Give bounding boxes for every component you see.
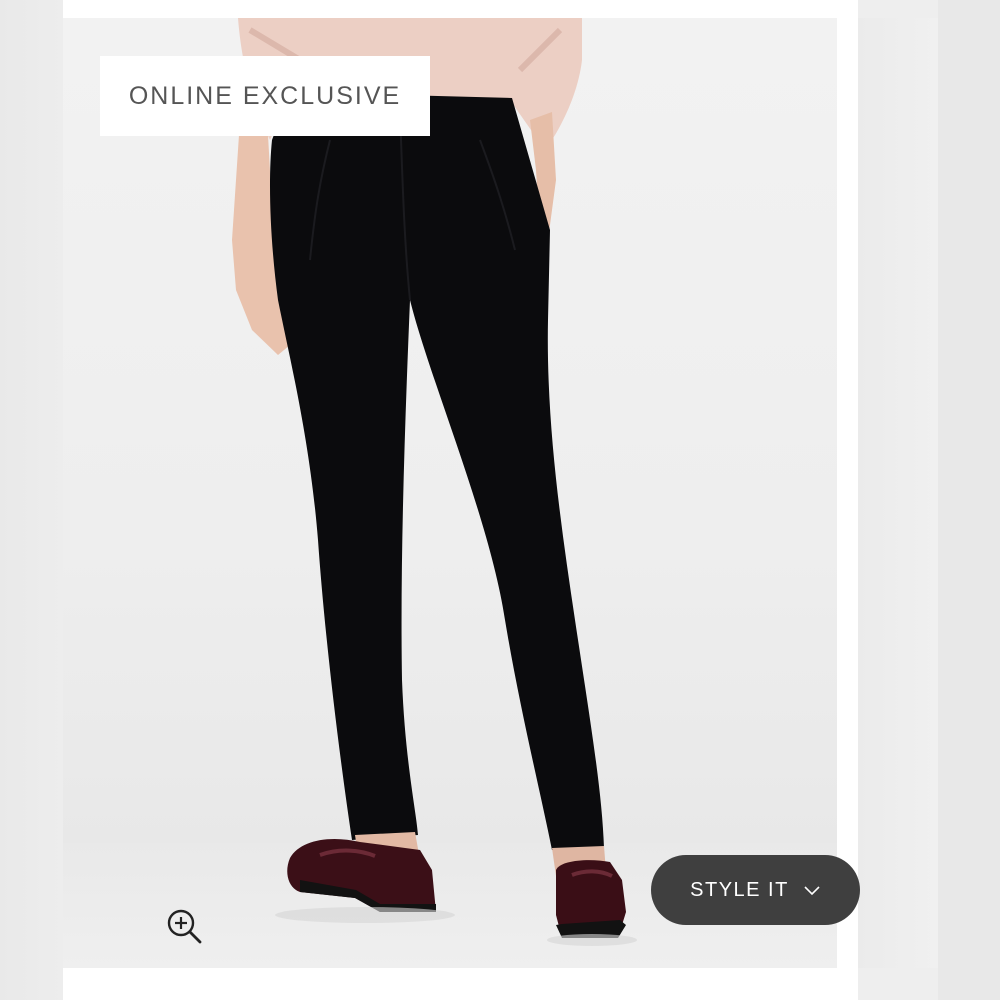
online-exclusive-badge: ONLINE EXCLUSIVE <box>100 56 430 136</box>
leggings <box>270 92 604 850</box>
chevron-down-icon <box>803 884 821 896</box>
previous-slide-preview[interactable] <box>0 0 63 1000</box>
style-it-button[interactable]: STYLE IT <box>651 855 860 925</box>
zoom-button[interactable] <box>160 902 208 950</box>
model-photo <box>232 18 637 946</box>
product-gallery: ONLINE EXCLUSIVE STYLE IT <box>0 0 1000 1000</box>
zoom-in-icon <box>167 909 202 944</box>
next-slide-image <box>858 18 938 968</box>
style-it-label: STYLE IT <box>690 878 789 901</box>
far-slide-edge <box>938 0 1000 1000</box>
product-image[interactable] <box>63 18 837 968</box>
badge-label: ONLINE EXCLUSIVE <box>128 81 402 110</box>
